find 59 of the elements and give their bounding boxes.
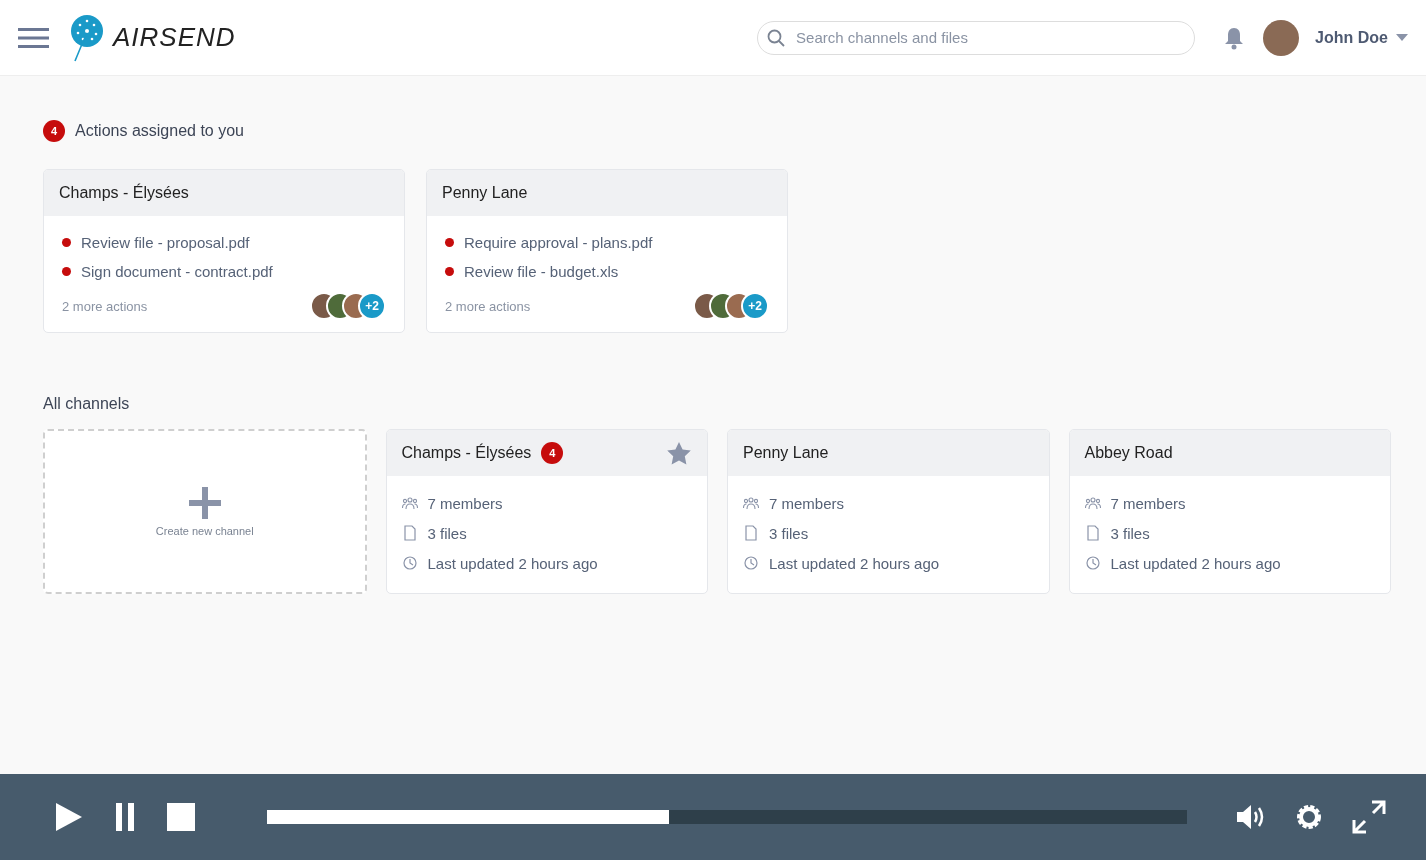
document-icon [1084,525,1101,541]
people-icon [1084,496,1101,510]
logo-text: AIRSEND [113,22,236,53]
status-dot [62,267,71,276]
menu-icon[interactable] [18,26,49,49]
pause-button[interactable] [115,803,135,831]
channel-card[interactable]: Penny Lane 7 members 3 files Last updated 2 hours ago [727,429,1050,594]
count-badge: 4 [541,442,564,464]
more-members-badge: +2 [358,292,386,320]
action-item[interactable]: Sign document - contract.pdf [81,263,273,280]
status-dot [445,238,454,247]
star-icon[interactable] [666,440,692,466]
channel-files-text: 3 files [1110,524,1150,542]
channel-updated-text: Last updated 2 hours ago [769,554,940,572]
channel-files-text: 3 files [427,524,467,542]
channel-updated-text: Last updated 2 hours ago [427,554,598,572]
card-title: Penny Lane [442,184,528,202]
play-button[interactable] [55,802,83,832]
volume-button[interactable] [1236,803,1266,831]
fullscreen-button[interactable] [1352,800,1386,834]
bell-icon[interactable] [1223,25,1246,50]
user-menu[interactable]: John Doe [1315,28,1408,47]
plus-icon [188,486,221,519]
action-card[interactable]: Champs - Élysées Review file - proposal.pdf Sign document - contract.pdf 2 more actions +2 [43,169,405,333]
user-avatar[interactable] [1263,19,1300,56]
clock-icon [401,555,418,571]
card-title: Abbey Road [1084,444,1173,462]
count-badge: 4 [43,120,65,142]
people-icon [401,496,418,510]
document-icon [401,525,418,541]
action-item[interactable]: Require approval - plans.pdf [464,234,653,251]
section-title: All channels [43,395,130,413]
create-channel-button[interactable]: Create new channel [43,429,367,594]
channel-updated-text: Last updated 2 hours ago [1110,554,1281,572]
action-item[interactable]: Review file - proposal.pdf [81,234,250,251]
channel-members-text: 7 members [427,494,503,512]
clock-icon [1084,555,1101,571]
status-dot [445,267,454,276]
card-title: Champs - Élysées [401,444,532,462]
settings-button[interactable] [1294,802,1324,832]
card-title: Penny Lane [743,444,829,462]
dandelion-logo-icon [69,13,105,62]
more-members-badge: +2 [741,292,769,320]
channel-files-text: 3 files [769,524,809,542]
channel-members-text: 7 members [769,494,845,512]
channel-card[interactable]: Abbey Road 7 members 3 files Last updated 2 hours ago [1068,429,1391,594]
channel-card[interactable]: Champs - Élysées 4 7 members 3 files Last updated 2 hours ago [385,429,708,594]
action-card[interactable]: Penny Lane Require approval - plans.pdf Review file - budget.xls 2 more actions +2 [426,169,788,333]
progress-bar[interactable] [267,810,1187,824]
status-dot [62,238,71,247]
caret-icon [1396,34,1408,41]
clock-icon [743,555,759,571]
section-title: Actions assigned to you [75,122,244,140]
channel-members-text: 7 members [1110,494,1186,512]
people-icon [743,496,759,510]
document-icon [743,525,759,541]
search-field[interactable]: Search channels and files [757,20,1196,55]
action-item[interactable]: Review file - budget.xls [464,263,619,280]
card-title: Champs - Élysées [59,184,189,202]
